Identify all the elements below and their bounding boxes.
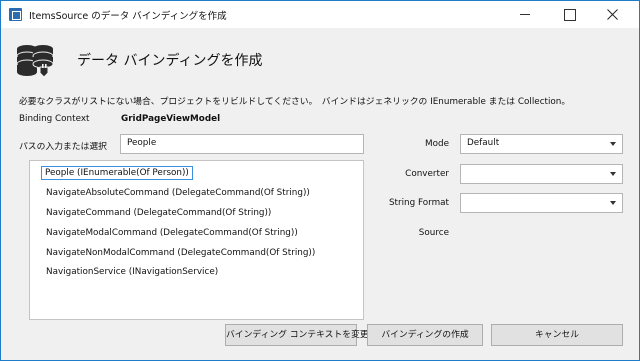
database-icon	[16, 45, 54, 78]
mode-label: Mode	[425, 139, 449, 149]
list-item[interactable]: People (IEnumerable(Of Person))	[41, 166, 193, 180]
maximize-button[interactable]	[547, 1, 591, 28]
create-binding-button[interactable]: バインディングの作成	[367, 324, 483, 346]
minimize-button[interactable]	[503, 1, 547, 28]
page-title: データ バインディングを作成	[77, 53, 263, 69]
binding-context-value: GridPageViewModel	[121, 114, 221, 124]
path-input[interactable]: People	[120, 134, 364, 154]
converter-select[interactable]	[460, 164, 623, 184]
app-icon	[9, 8, 22, 21]
list-item[interactable]: NavigateCommand (DelegateCommand(Of Stri…	[46, 208, 271, 218]
list-item[interactable]: NavigateNonModalCommand (DelegateCommand…	[46, 248, 315, 258]
path-label: パスの入力または選択	[19, 142, 107, 152]
window-title: ItemsSource のデータ バインディングを作成	[29, 11, 227, 22]
source-label: Source	[418, 228, 449, 238]
property-list[interactable]: People (IEnumerable(Of Person)) Navigate…	[29, 160, 364, 320]
mode-select[interactable]: Default	[460, 134, 623, 154]
create-binding-dialog: ItemsSource のデータ バインディングを作成 データ バインディングを…	[0, 0, 640, 361]
list-item[interactable]: NavigateAbsoluteCommand (DelegateCommand…	[46, 188, 310, 198]
chevron-down-icon	[610, 172, 616, 176]
description-text: 必要なクラスがリストにない場合、プロジェクトをリビルドしてください。 バインドは…	[19, 97, 571, 107]
chevron-down-icon	[610, 201, 616, 205]
change-binding-context-button[interactable]: バインディング コンテキストを変更	[225, 324, 369, 346]
cancel-button[interactable]: キャンセル	[491, 324, 623, 346]
string-format-label: String Format	[388, 198, 449, 208]
mode-value: Default	[467, 138, 500, 148]
close-button[interactable]	[591, 1, 635, 28]
list-item[interactable]: NavigateModalCommand (DelegateCommand(Of…	[46, 228, 298, 238]
title-bar: ItemsSource のデータ バインディングを作成	[1, 1, 639, 28]
converter-label: Converter	[405, 169, 449, 179]
list-item[interactable]: NavigationService (INavigationService)	[46, 267, 218, 277]
binding-context-label: Binding Context	[19, 114, 90, 124]
close-icon	[607, 9, 618, 20]
string-format-select[interactable]	[460, 193, 623, 213]
chevron-down-icon	[610, 142, 616, 146]
